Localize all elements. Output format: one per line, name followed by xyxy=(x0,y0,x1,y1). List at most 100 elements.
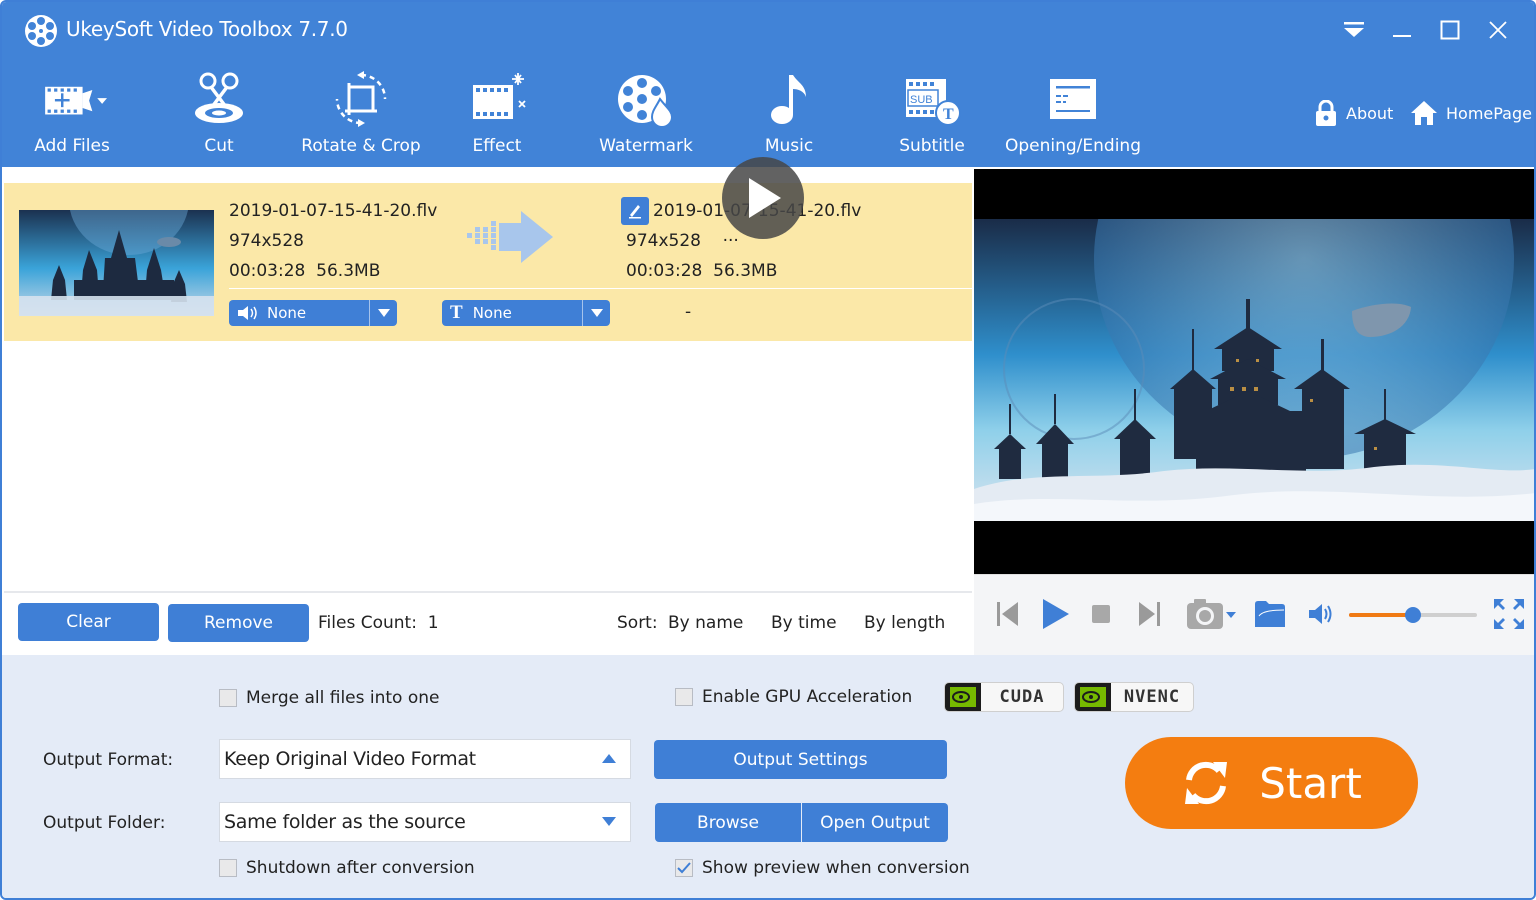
snapshot-button[interactable] xyxy=(1186,597,1242,631)
cuda-badge: CUDA xyxy=(944,682,1064,712)
cuda-label: CUDA xyxy=(999,687,1045,707)
toolbar-watermark[interactable]: Watermark xyxy=(594,68,698,164)
row-divider xyxy=(229,288,972,289)
play-button[interactable] xyxy=(1040,597,1072,631)
output-resolution: 974x528 xyxy=(626,231,701,251)
nvidia-logo-icon xyxy=(950,687,976,707)
subtitle-track-value: None xyxy=(472,304,512,322)
shutdown-checkbox[interactable]: Shutdown after conversion xyxy=(219,858,475,878)
about-link[interactable]: About xyxy=(1314,100,1393,126)
toolbar-label: Subtitle xyxy=(899,136,965,156)
output-format-select[interactable]: Keep Original Video Format xyxy=(219,739,631,779)
maximize-button[interactable] xyxy=(1436,16,1464,44)
show-preview-checkbox[interactable]: Show preview when conversion xyxy=(675,858,970,878)
toolbar-rotate-crop[interactable]: Rotate & Crop xyxy=(298,68,424,164)
toolbar-opening-ending[interactable]: Opening/Ending xyxy=(1002,68,1144,164)
start-button[interactable]: Start xyxy=(1125,737,1418,829)
sort-by-length[interactable]: By length xyxy=(864,613,945,633)
app-title: UkeySoft Video Toolbox 7.7.0 xyxy=(66,17,348,41)
header: UkeySoft Video Toolbox 7.7.0 Add Files C… xyxy=(2,2,1534,167)
player-controls xyxy=(974,574,1534,655)
toolbar-label: Watermark xyxy=(599,136,693,156)
toolbar-label: Effect xyxy=(472,136,522,156)
next-button[interactable] xyxy=(1136,597,1162,631)
toolbar-label: Cut xyxy=(204,136,234,156)
output-folder-value: Same folder as the source xyxy=(224,811,466,833)
shutdown-checkbox-box[interactable] xyxy=(219,859,237,877)
homepage-link[interactable]: HomePage xyxy=(1410,100,1532,126)
remove-button[interactable]: Remove xyxy=(168,604,309,642)
previous-button[interactable] xyxy=(994,597,1022,631)
gpu-acceleration-checkbox[interactable]: Enable GPU Acceleration xyxy=(675,687,912,707)
minimize-button[interactable] xyxy=(1388,16,1416,44)
source-file-name: 2019-01-07-15-41-20.flv xyxy=(229,201,438,221)
sort-by-name[interactable]: By name xyxy=(668,613,743,633)
app-window: UkeySoft Video Toolbox 7.7.0 Add Files C… xyxy=(0,0,1536,900)
close-button[interactable] xyxy=(1484,16,1512,44)
open-output-button[interactable]: Open Output xyxy=(802,803,948,842)
video-thumbnail xyxy=(19,210,214,316)
source-duration: 00:03:28 xyxy=(229,261,306,281)
files-count-value: 1 xyxy=(427,613,439,633)
merge-files-label: Merge all files into one xyxy=(246,688,440,708)
output-more-button[interactable]: ··· xyxy=(723,231,739,251)
convert-arrow-icon xyxy=(467,211,553,263)
add-files-icon xyxy=(45,86,107,115)
watermark-icon xyxy=(618,75,674,127)
fullscreen-button[interactable] xyxy=(1492,597,1526,631)
stop-icon xyxy=(1092,605,1110,623)
title-bar: UkeySoft Video Toolbox 7.7.0 xyxy=(2,2,1534,58)
folder-icon xyxy=(1255,601,1285,627)
toolbar-label: Add Files xyxy=(34,136,110,156)
browse-button[interactable]: Browse xyxy=(655,803,801,842)
speaker-icon xyxy=(238,306,257,320)
toolbar-subtitle[interactable]: SUB T Subtitle xyxy=(894,68,970,164)
volume-slider[interactable] xyxy=(1349,607,1477,623)
about-label: About xyxy=(1346,103,1394,123)
volume-slider-fill xyxy=(1349,613,1413,617)
text-t-icon: T xyxy=(450,302,463,323)
open-folder-button[interactable] xyxy=(1254,597,1286,631)
files-count-label: Files Count: xyxy=(318,613,417,633)
gpu-acceleration-checkbox-box[interactable] xyxy=(675,688,693,706)
fullscreen-icon xyxy=(1494,599,1524,629)
toolbar-add-files[interactable]: Add Files xyxy=(22,68,122,164)
sort-by-time[interactable]: By time xyxy=(771,613,837,633)
audio-track-dropdown[interactable]: None xyxy=(229,300,397,326)
start-label: Start xyxy=(1259,758,1362,808)
play-overlay-button[interactable] xyxy=(722,157,804,239)
toolbar-label: Music xyxy=(764,136,814,156)
subtitle-track-dropdown[interactable]: T None xyxy=(442,300,610,326)
file-list-item[interactable]: 2019-01-07-15-41-20.flv 974x528 00:03:28… xyxy=(4,183,972,341)
checkmark-icon xyxy=(677,862,691,874)
nvenc-label: NVENC xyxy=(1123,687,1181,707)
maximize-icon xyxy=(1440,20,1460,40)
output-size: 56.3MB xyxy=(713,261,778,281)
play-icon xyxy=(749,178,781,218)
toolbar-label: Rotate & Crop xyxy=(301,136,421,156)
effect-icon xyxy=(473,73,526,119)
toolbar-music[interactable]: Music xyxy=(754,68,824,164)
output-settings-button[interactable]: Output Settings xyxy=(654,740,947,779)
output-folder-select[interactable]: Same folder as the source xyxy=(219,802,631,842)
volume-button[interactable] xyxy=(1307,597,1337,631)
menu-dropdown-button[interactable] xyxy=(1340,16,1368,44)
camera-icon xyxy=(1187,599,1236,629)
video-preview[interactable] xyxy=(974,169,1534,574)
output-format-label: Output Format: xyxy=(43,750,174,770)
lock-icon xyxy=(1316,100,1336,126)
audio-track-value: None xyxy=(267,304,307,322)
volume-slider-handle[interactable] xyxy=(1405,607,1421,623)
svg-text:SUB: SUB xyxy=(910,94,933,106)
stop-button[interactable] xyxy=(1090,597,1112,631)
clear-button[interactable]: Clear xyxy=(18,603,159,641)
show-preview-checkbox-box[interactable] xyxy=(675,859,693,877)
toolbar-cut[interactable]: Cut xyxy=(184,68,254,164)
merge-files-checkbox-box[interactable] xyxy=(219,689,237,707)
toolbar-effect[interactable]: Effect xyxy=(462,68,532,164)
toolbar: Add Files Cut Rotate & Crop Effect Water… xyxy=(2,68,1534,164)
edit-output-name-button[interactable] xyxy=(621,197,649,225)
files-count: Files Count: 1 xyxy=(318,613,439,633)
source-duration-size: 00:03:28 56.3MB xyxy=(229,256,437,286)
merge-files-checkbox[interactable]: Merge all files into one xyxy=(219,688,440,708)
